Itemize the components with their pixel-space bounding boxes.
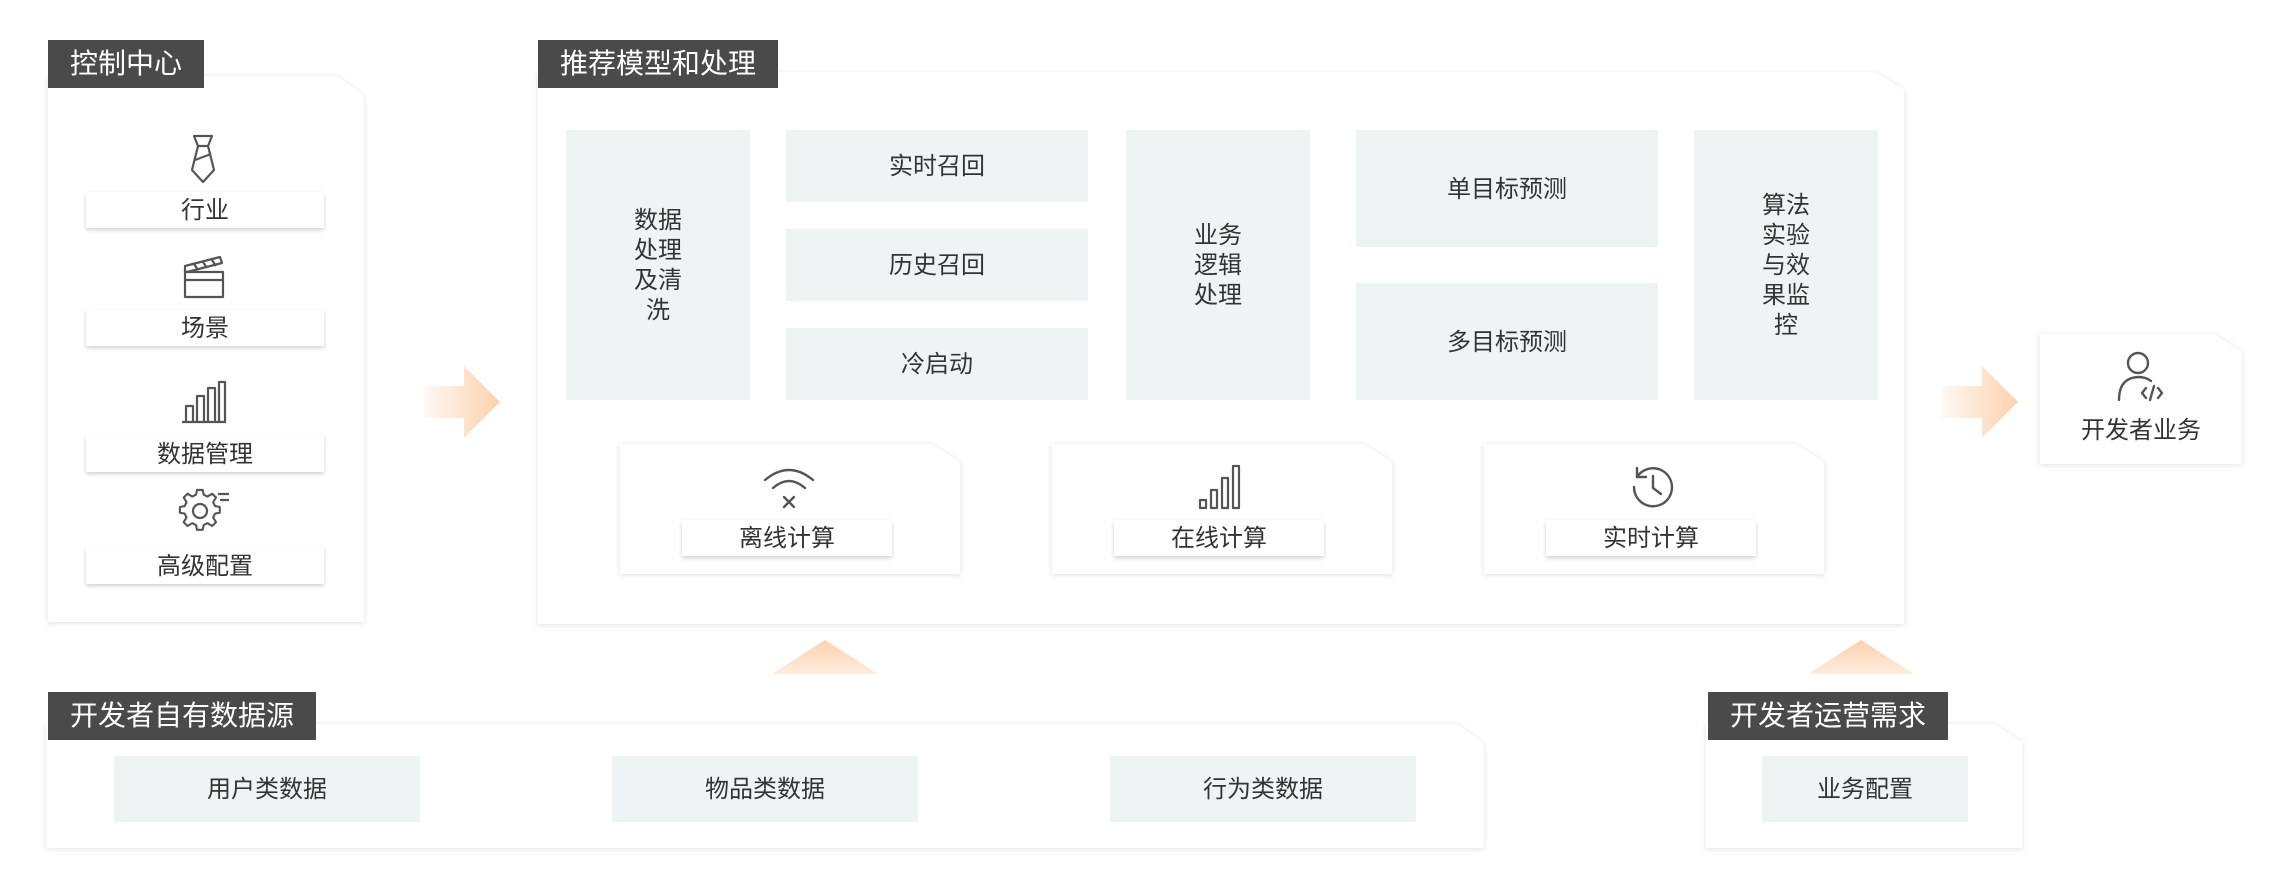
- business-config-cell: 业务配置: [1762, 756, 1968, 822]
- signal-bars-icon: [1198, 464, 1244, 510]
- control-item-advanced-config[interactable]: 高级配置: [86, 548, 324, 584]
- realtime-compute-label[interactable]: 实时计算: [1546, 520, 1756, 556]
- bar-chart-icon: [180, 380, 228, 424]
- model-panel-title: 推荐模型和处理: [538, 40, 779, 88]
- business-logic-cell: 业务逻辑处理: [1126, 130, 1310, 400]
- user-data-cell: 用户类数据: [114, 756, 420, 822]
- arrow-right-icon: [424, 364, 500, 440]
- wifi-off-icon: [762, 466, 816, 510]
- arrow-up-icon: [1808, 640, 1914, 674]
- history-clock-icon: [1628, 462, 1678, 512]
- history-recall-cell: 历史召回: [786, 229, 1088, 301]
- control-item-scene[interactable]: 场景: [86, 310, 324, 346]
- gear-icon: [178, 488, 230, 534]
- data-sources-title: 开发者自有数据源: [48, 692, 317, 740]
- control-item-data-management[interactable]: 数据管理: [86, 436, 324, 472]
- control-center-title: 控制中心: [48, 40, 205, 88]
- realtime-recall-cell: 实时召回: [786, 130, 1088, 202]
- online-compute-label[interactable]: 在线计算: [1114, 520, 1324, 556]
- control-item-industry[interactable]: 行业: [86, 192, 324, 228]
- ops-needs-title: 开发者运营需求: [1708, 692, 1949, 740]
- single-target-prediction-cell: 单目标预测: [1356, 130, 1658, 247]
- multi-target-prediction-cell: 多目标预测: [1356, 283, 1658, 400]
- offline-compute-label[interactable]: 离线计算: [682, 520, 892, 556]
- data-processing-cell: 数据处理及清洗: [566, 130, 750, 400]
- arrow-right-icon: [1942, 364, 2018, 440]
- developer-business-label: 开发者业务: [2081, 416, 2201, 444]
- arrow-up-icon: [772, 640, 878, 674]
- developer-user-icon: [2116, 350, 2168, 404]
- tie-icon: [186, 134, 220, 184]
- item-data-cell: 物品类数据: [612, 756, 918, 822]
- behavior-data-cell: 行为类数据: [1110, 756, 1416, 822]
- experiment-monitor-cell: 算法实验与效果监控: [1694, 130, 1878, 400]
- cold-start-cell: 冷启动: [786, 328, 1088, 400]
- clapperboard-icon: [182, 254, 226, 300]
